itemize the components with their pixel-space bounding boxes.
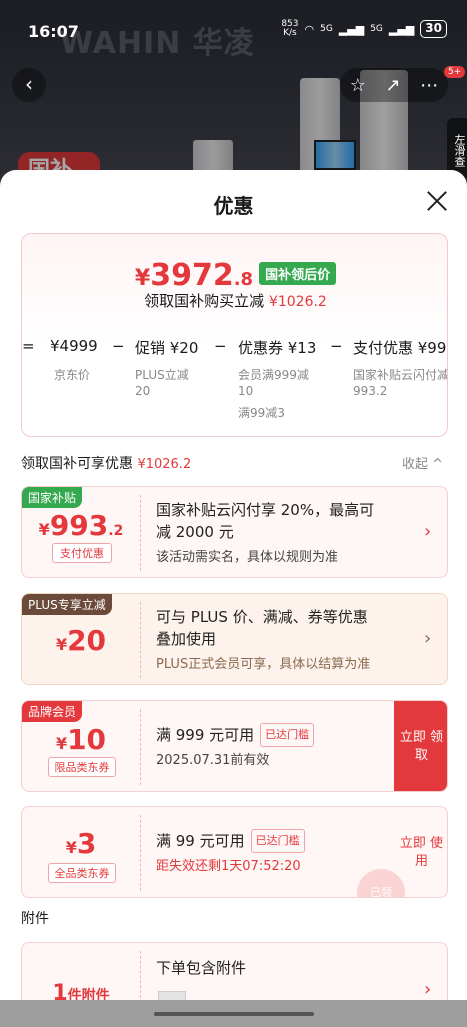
calc-value: 促销 ¥20 — [135, 339, 199, 357]
status-right: 853 K/s ◠ 5G ▂▄▆ 5G ▂▄▆ 30 — [281, 20, 447, 38]
calc-value: 优惠券 ¥13 — [238, 339, 317, 357]
card-line1: 国家补贴云闪付享 20%，最高可 — [156, 501, 375, 519]
calc-label: 京东价 — [54, 368, 91, 382]
offer-card-plus[interactable]: PLUS专享立减 ¥20 可与 PLUS 价、满减、券等优惠 叠加使用 PLUS… — [21, 593, 448, 685]
price-breakdown: = ¥4999 京东价 − 促销 ¥20 PLUS立减 20 − 优惠券 ¥13… — [22, 337, 448, 436]
use-button[interactable]: 立即 使用 — [394, 807, 447, 897]
wifi-icon: ◠ — [304, 22, 315, 36]
card-sub: 该活动需实名，具体以规则为准 — [156, 550, 339, 565]
attachment-line1: 下单包含附件 — [156, 959, 247, 977]
chevron-right-icon[interactable]: › — [424, 979, 431, 1000]
card-tag: 品牌会员 — [22, 701, 83, 722]
chevron-right-icon[interactable]: › — [424, 628, 431, 649]
net-speed: 853 K/s — [281, 19, 299, 38]
calc-label: 国家补贴云闪付减 — [353, 368, 448, 382]
card-amount: ¥20 — [55, 624, 107, 657]
card-divider — [140, 495, 141, 571]
threshold-badge: 已达门槛 — [260, 723, 315, 747]
signal-bars-icon: ▂▄▆ — [338, 22, 365, 36]
message-badge: 5+ — [444, 66, 466, 78]
card-chip: 限品类东券 — [48, 757, 116, 777]
signal-bars-icon-2: ▂▄▆ — [388, 22, 415, 36]
card-sub: 2025.07.31前有效 — [156, 753, 270, 768]
calc-label-2: 10 — [238, 384, 254, 398]
calc-label: PLUS立减 — [135, 368, 189, 382]
collapse-toggle[interactable]: 收起 ^ — [402, 453, 443, 472]
card-line1: 满 999 元可用 已达门槛 — [156, 723, 315, 747]
home-indicator[interactable] — [154, 1012, 314, 1016]
more-icon[interactable]: ⋯ — [420, 75, 438, 96]
offer-card-subsidy[interactable]: 国家补贴 ¥993.2 支付优惠 国家补贴云闪付享 20%，最高可 减 2000… — [21, 486, 448, 578]
final-price: ¥3972.8 国补领后价 — [22, 258, 447, 293]
card-amount: ¥993.2 — [38, 509, 124, 542]
signal-1: 5G — [320, 24, 333, 34]
calc-label-3: 满99减3 — [238, 406, 285, 420]
card-amount: ¥3 — [65, 827, 97, 860]
sheet-title: 优惠 — [213, 194, 254, 218]
chevron-right-icon[interactable]: › — [424, 521, 431, 542]
calc-op: − — [112, 337, 125, 355]
card-amount: ¥10 — [55, 723, 107, 756]
side-tab[interactable]: 左滑查 — [447, 118, 467, 178]
calc-value: ¥4999 — [50, 337, 98, 355]
top-actions: ☆ ↗ ⋯ — [340, 68, 448, 102]
battery-indicator: 30 — [420, 20, 447, 38]
card-line1: 满 99 元可用 已达门槛 — [156, 829, 305, 853]
calc-value: 支付优惠 ¥99 — [353, 339, 447, 357]
countdown: 距失效还剩1天07:52:20 — [156, 859, 301, 874]
attachment-title: 附件 — [21, 911, 49, 927]
signal-2: 5G — [370, 24, 383, 34]
save-line: 领取国补购买立减 ¥1026.2 — [144, 292, 327, 310]
claim-button[interactable]: 立即 领取 — [394, 701, 447, 791]
calc-label-2: 993.2 — [353, 384, 388, 398]
price-summary: ¥3972.8 国补领后价 领取国补购买立减 ¥1026.2 = ¥4999 京东… — [21, 233, 448, 437]
calc-op: = — [22, 337, 35, 355]
status-time: 16:07 — [28, 22, 79, 41]
card-line1: 可与 PLUS 价、满减、券等优惠 — [156, 608, 368, 626]
coupon-card-all: ¥3 全品类东券 满 99 元可用 已达门槛 距失效还剩1天07:52:20 已领… — [21, 806, 448, 898]
section-header: 领取国补可享优惠 ¥1026.2 — [21, 456, 192, 472]
card-chip: 全品类东券 — [48, 863, 116, 883]
card-divider — [140, 709, 141, 785]
calc-op: − — [330, 337, 343, 355]
price-tag: 国补领后价 — [259, 262, 337, 285]
back-button[interactable]: ‹ — [12, 68, 46, 102]
card-chip: 支付优惠 — [52, 543, 112, 563]
calc-label: 会员满999减 — [238, 368, 309, 382]
calc-op: − — [214, 337, 227, 355]
card-tag: PLUS专享立减 — [22, 594, 112, 615]
share-icon[interactable]: ↗ — [386, 75, 401, 96]
card-divider — [140, 602, 141, 678]
card-line2: 减 2000 元 — [156, 523, 234, 541]
close-icon[interactable] — [424, 188, 450, 214]
discount-sheet: 优惠 ¥3972.8 国补领后价 领取国补购买立减 ¥1026.2 = ¥4999… — [0, 170, 467, 1027]
card-line2: 叠加使用 — [156, 630, 217, 648]
card-tag: 国家补贴 — [22, 487, 83, 508]
coupon-card-brand: 品牌会员 ¥10 限品类东券 满 999 元可用 已达门槛 2025.07.31前… — [21, 700, 448, 792]
status-bar: 16:07 853 K/s ◠ 5G ▂▄▆ 5G ▂▄▆ 30 — [0, 0, 467, 64]
card-sub: PLUS正式会员可享，具体以结算为准 — [156, 657, 371, 672]
threshold-badge: 已达门槛 — [250, 829, 305, 853]
calc-label-2: 20 — [135, 384, 151, 398]
chevron-left-icon: ‹ — [25, 72, 33, 96]
card-divider — [140, 815, 141, 891]
star-icon[interactable]: ☆ — [350, 75, 366, 96]
